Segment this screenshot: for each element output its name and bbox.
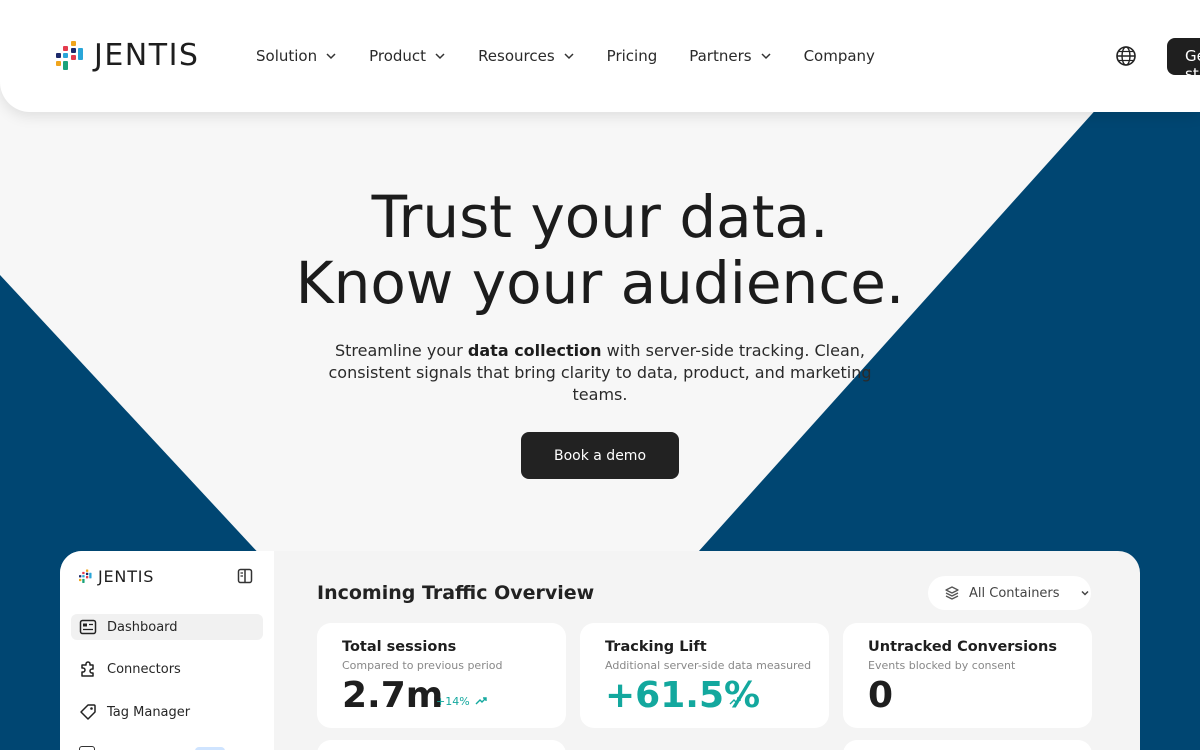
hero-sub-prefix: Streamline your xyxy=(335,341,468,360)
sidebar-item-dashboard[interactable]: Dashboard xyxy=(71,614,263,640)
dashboard-wordmark: JENTIS xyxy=(98,567,155,586)
tag-icon xyxy=(80,704,96,720)
puzzle-icon xyxy=(81,661,94,677)
card-subtitle: Compared to previous period xyxy=(342,659,503,672)
sidebar-item-label: Dashboard xyxy=(107,619,178,635)
trend-up-icon xyxy=(729,697,741,705)
chevron-down-icon xyxy=(761,53,771,60)
container-filter-dropdown[interactable]: All Containers xyxy=(928,576,1091,610)
metric-card-total-sessions[interactable]: Total sessions Compared to previous peri… xyxy=(317,623,566,728)
nav-item-label: Pricing xyxy=(606,47,658,65)
logo-wordmark: JENTIS xyxy=(94,38,200,73)
card-title: Total sessions xyxy=(342,639,457,655)
card-subtitle: Additional server-side data measured xyxy=(605,659,812,672)
card-subtitle: Events blocked by consent xyxy=(868,659,1016,672)
nav-item-pricing[interactable]: Pricing xyxy=(607,45,658,67)
trend-up-icon xyxy=(475,697,487,705)
hero-sub-highlight: data collection xyxy=(467,341,602,360)
metric-card-tracking-lift[interactable]: Tracking Lift Additional server-side dat… xyxy=(580,623,829,728)
sidebar-item-connectors[interactable]: Connectors xyxy=(71,656,263,682)
sidebar-item-label: Connectors xyxy=(107,661,181,677)
metric-card-placeholder xyxy=(843,740,1092,750)
nav-item-resources[interactable]: Resources xyxy=(478,45,575,67)
nav-item-solution[interactable]: Solution xyxy=(256,45,337,67)
globe-icon[interactable] xyxy=(1115,45,1137,67)
nav-item-product[interactable]: Product xyxy=(369,45,446,67)
jentis-logo[interactable]: JENTIS xyxy=(56,38,199,73)
card-title: Tracking Lift xyxy=(605,639,707,655)
dashboard-logo: JENTIS xyxy=(79,567,154,586)
card-value: 2.7m xyxy=(342,675,444,716)
logo-mark-icon xyxy=(79,569,92,583)
nav-item-label: Solution xyxy=(256,47,318,65)
nav-item-label: Company xyxy=(803,47,875,65)
hero-title-line-2: Know your audience. xyxy=(295,249,905,317)
sidebar-next-item-icon xyxy=(79,746,95,750)
nav-item-label: Partners xyxy=(689,47,752,65)
sidebar-item-label: Tag Manager xyxy=(107,704,191,720)
dashboard-sidebar: JENTIS Dashboard Connectors Tag Manager xyxy=(60,551,274,750)
dashboard-icon xyxy=(79,619,97,635)
trend-indicator: +14% xyxy=(436,694,488,708)
metric-card-untracked-conversions[interactable]: Untracked Conversions Events blocked by … xyxy=(843,623,1092,728)
dashboard-preview: JENTIS Dashboard Connectors Tag Manager … xyxy=(60,551,1140,750)
card-value: 0 xyxy=(868,675,894,716)
nav-item-label: Product xyxy=(369,47,427,65)
book-demo-button[interactable]: Book a demo xyxy=(521,432,679,479)
nav-item-label: Resources xyxy=(478,47,555,65)
logo-mark-icon xyxy=(56,40,83,70)
hero-title: Trust your data. Know your audience. xyxy=(0,184,1200,316)
metric-card-placeholder xyxy=(317,740,566,750)
hero-subtitle: Streamline your data collection with ser… xyxy=(300,340,900,406)
main-menu: Solution Product Resources Pricing Partn… xyxy=(256,45,907,67)
chevron-down-icon xyxy=(326,53,336,60)
chevron-down-icon xyxy=(1081,590,1089,596)
layers-icon xyxy=(945,586,959,600)
get-started-button[interactable]: Get started xyxy=(1167,38,1200,75)
trend-value: +14% xyxy=(436,694,470,708)
filter-label: All Containers xyxy=(969,585,1060,601)
chevron-down-icon xyxy=(564,53,574,60)
dashboard-title: Incoming Traffic Overview xyxy=(317,582,595,604)
nav-item-company[interactable]: Company xyxy=(804,45,875,67)
hero-title-line-1: Trust your data. xyxy=(371,183,829,251)
sidebar-item-tag-manager[interactable]: Tag Manager xyxy=(71,699,263,725)
top-navigation: JENTIS Solution Product Resources Pricin… xyxy=(0,0,1200,112)
card-title: Untracked Conversions xyxy=(868,639,1057,655)
trend-indicator xyxy=(728,694,742,708)
nav-item-partners[interactable]: Partners xyxy=(689,45,771,67)
sidebar-toggle-icon[interactable] xyxy=(237,568,253,584)
chevron-down-icon xyxy=(435,53,445,60)
